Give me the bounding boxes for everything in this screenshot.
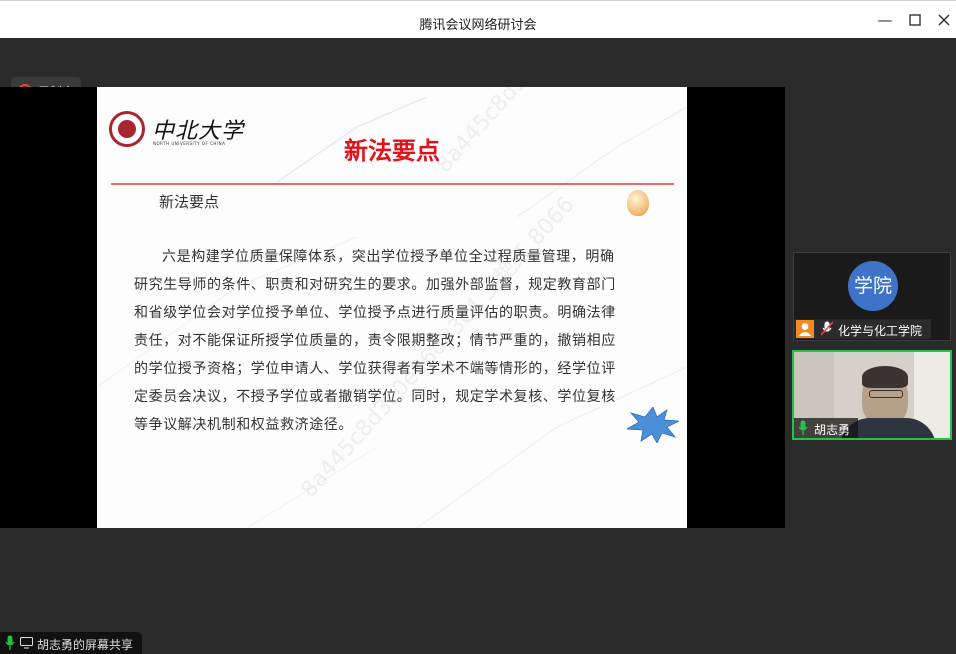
microphone-muted-icon <box>821 321 833 336</box>
body-line: 责任，对不能保证所授学位质量的，责令限期整改；情节严重的，撤销相应 <box>134 333 616 349</box>
starburst-icon <box>627 407 679 443</box>
screen-share-indicator[interactable]: 胡志勇的屏幕共享 <box>0 632 142 654</box>
body-line: 研究生导师的条件、职责和对研究生的要求。加强外部监督，规定教育部门 <box>134 277 616 293</box>
participant-hair <box>862 366 908 388</box>
participant-name: 胡志勇 <box>814 423 851 437</box>
participant-name-bar: 胡志勇 <box>794 418 858 438</box>
avatar: 学院 <box>848 261 898 311</box>
minimize-icon[interactable]: — <box>875 10 895 30</box>
close-icon[interactable] <box>934 10 954 30</box>
title-divider <box>111 183 674 185</box>
body-line: 和省级学位会对学位授予单位、学位授予点进行质量评估的职责。明确法律 <box>134 305 616 321</box>
microphone-icon <box>798 420 808 435</box>
user-icon <box>796 320 814 338</box>
participant-name-bar: 化学与化工学院 <box>794 319 931 339</box>
body-line: 定委员会决议，不授予学位或者撤销学位。同时，规定学术复核、学位复核 <box>134 389 616 405</box>
glasses <box>869 390 903 398</box>
screen-share-label: 胡志勇的屏幕共享 <box>37 638 134 652</box>
slide-body-text: 六是构建学位质量保障体系，突出学位授予单位全过程质量管理，明确 研究生导师的条件… <box>134 243 654 439</box>
slide-subheading: 新法要点 <box>159 193 220 211</box>
participant-name: 化学与化工学院 <box>838 324 923 338</box>
body-line: 的学位授予资格；学位申请人、学位获得者有学术不端等情形的，经学位评 <box>134 361 616 377</box>
microphone-icon <box>5 635 15 650</box>
slide-title: 新法要点 <box>344 136 440 165</box>
participant-video-tile[interactable]: 胡志勇 <box>792 350 952 440</box>
title-bar: 腾讯会议网络研讨会 — <box>0 0 956 38</box>
lightbulb-icon <box>627 190 649 216</box>
participant-tile[interactable]: 学院 化学与化工学院 <box>793 252 951 341</box>
participants-panel <box>785 38 956 654</box>
body-line: 等争议解决机制和权益救济途径。 <box>134 417 353 433</box>
window-title: 腾讯会议网络研讨会 <box>419 18 537 33</box>
presentation-slide: 8a445c8d3c0e06d83c4 王艳红 8066 8a445c8d3c0… <box>97 87 687 528</box>
body-line: 六是构建学位质量保障体系，突出学位授予单位全过程质量管理，明确 <box>162 249 615 265</box>
maximize-icon[interactable] <box>905 10 925 30</box>
screen-share-icon <box>20 637 33 649</box>
